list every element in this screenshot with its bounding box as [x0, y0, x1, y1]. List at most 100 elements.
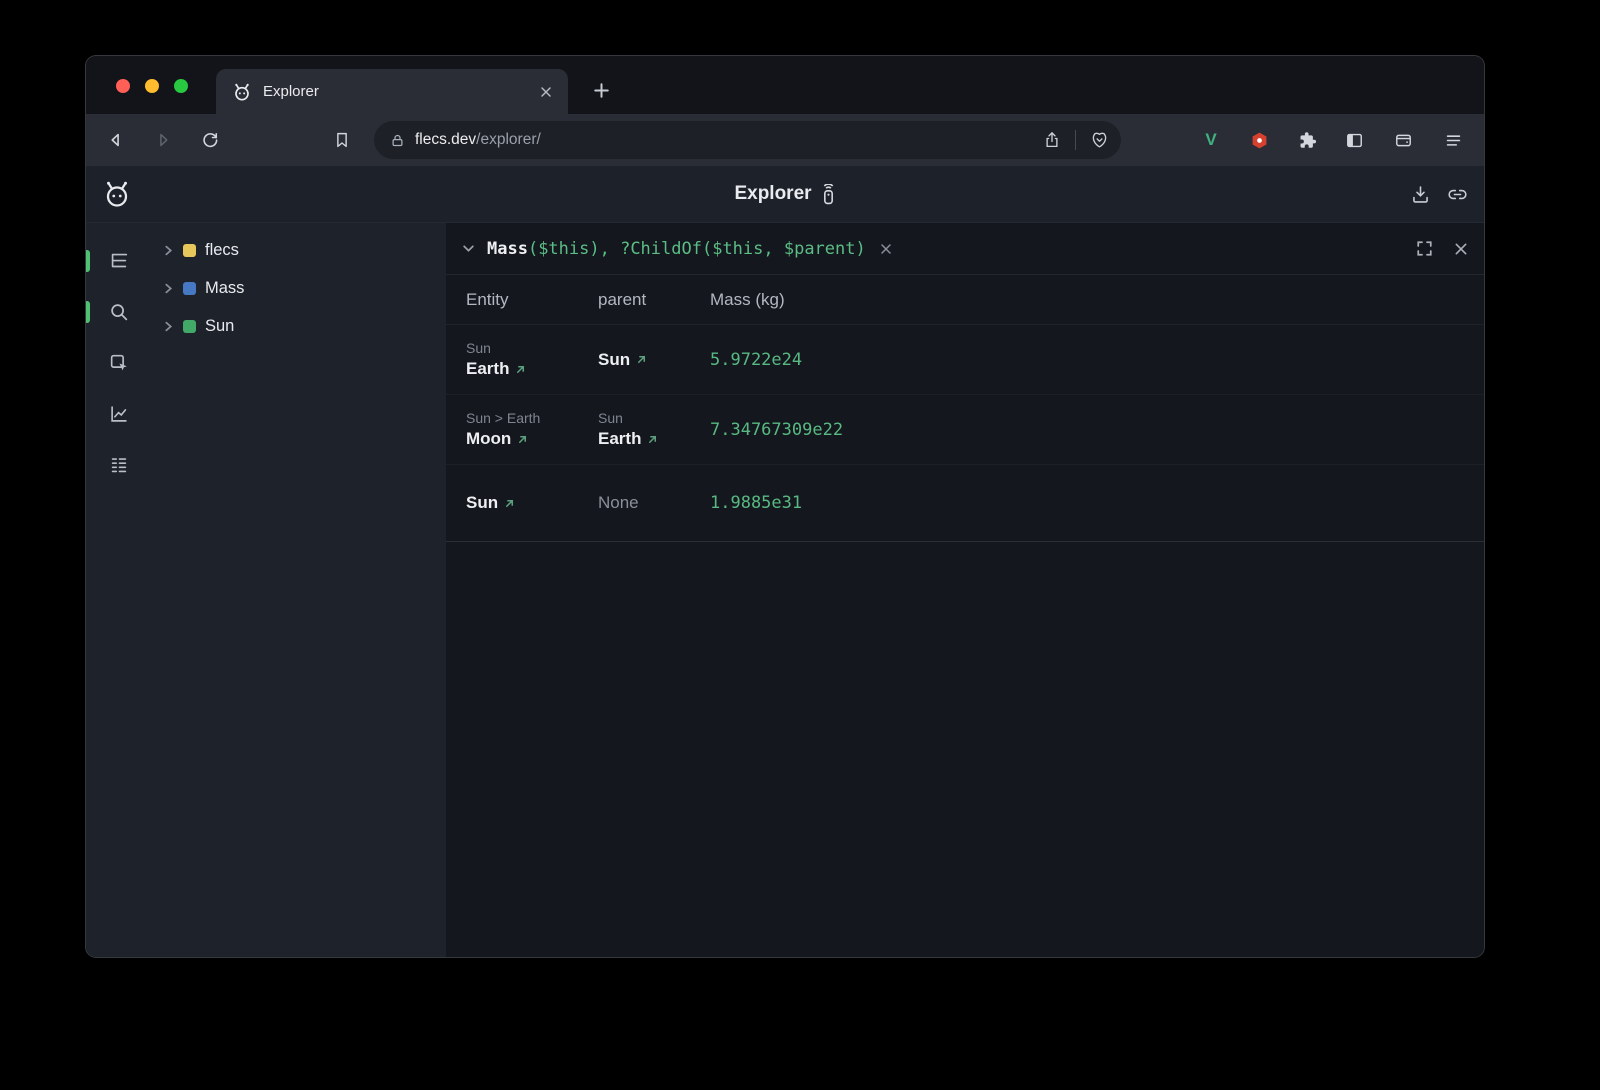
- bookmark-icon[interactable]: [326, 124, 358, 156]
- window-controls: [116, 79, 188, 93]
- vue-devtools-extension-icon[interactable]: V: [1195, 124, 1227, 156]
- lock-icon[interactable]: [390, 133, 405, 148]
- tree-item-sun[interactable]: Sun: [151, 307, 446, 345]
- close-panel-icon[interactable]: [1454, 242, 1468, 256]
- link-icon[interactable]: [1447, 184, 1468, 205]
- hexagon-extension-icon[interactable]: [1243, 124, 1275, 156]
- share-icon[interactable]: [1043, 131, 1061, 149]
- goto-entity-icon[interactable]: [647, 434, 658, 445]
- tab-title: Explorer: [263, 83, 529, 100]
- inspector-icon[interactable]: [101, 345, 137, 381]
- flecs-favicon-icon: [232, 82, 252, 102]
- tree-item-label: flecs: [205, 241, 239, 260]
- parent-cell: Sun Earth: [598, 395, 710, 464]
- tree-item-label: Mass: [205, 279, 244, 298]
- table-row: Sun Earth Sun 5.9722e24: [446, 325, 1484, 395]
- browser-tab-explorer[interactable]: Explorer: [216, 69, 568, 114]
- back-button[interactable]: [100, 124, 132, 156]
- chevron-right-icon[interactable]: [163, 321, 174, 332]
- entity-cell: Sun > Earth Moon: [466, 395, 598, 464]
- journal-icon[interactable]: [101, 447, 137, 483]
- header-actions: [1410, 166, 1468, 222]
- sidebar-toggle-icon[interactable]: [1338, 124, 1370, 156]
- goto-entity-icon[interactable]: [515, 364, 526, 375]
- mass-value: 5.9722e24: [710, 325, 1484, 394]
- browser-window: Explorer flecs.dev/explorer/: [85, 55, 1485, 958]
- query-search-icon[interactable]: [101, 294, 137, 330]
- query-input[interactable]: Mass($this), ?ChildOf($this, $parent): [487, 239, 866, 259]
- query-clear-icon[interactable]: [880, 243, 892, 255]
- explorer-header: Explorer: [86, 166, 1484, 223]
- entity-name: Sun: [598, 350, 630, 370]
- parent-cell: None: [598, 465, 710, 541]
- entity-link[interactable]: Earth: [598, 429, 700, 449]
- mass-value: 7.34767309e22: [710, 395, 1484, 464]
- results-table: Entity parent Mass (kg) Sun Earth: [446, 275, 1484, 542]
- goto-entity-icon[interactable]: [636, 354, 647, 365]
- fullscreen-icon[interactable]: [1417, 241, 1432, 256]
- page-title: Explorer: [734, 183, 811, 205]
- entity-tree-panel: flecs Mass Sun: [151, 223, 446, 958]
- tab-strip: Explorer: [86, 56, 1484, 114]
- entity-cell: Sun: [466, 465, 598, 541]
- new-tab-button[interactable]: [584, 73, 618, 107]
- parent-cell: Sun: [598, 325, 710, 394]
- close-window-button[interactable]: [116, 79, 130, 93]
- entity-color-chip: [183, 282, 196, 295]
- brave-shield-icon[interactable]: [1090, 131, 1109, 150]
- explorer-title-area: Explorer: [86, 166, 1484, 222]
- extensions-puzzle-icon[interactable]: [1291, 124, 1323, 156]
- query-bar: Mass($this), ?ChildOf($this, $parent): [446, 223, 1484, 275]
- entity-link[interactable]: Sun: [598, 350, 700, 370]
- entity-link[interactable]: Sun: [466, 493, 588, 513]
- entity-cell: Sun Earth: [466, 325, 598, 394]
- query-args: ($this),: [528, 239, 620, 259]
- column-header-mass: Mass (kg): [710, 290, 1484, 310]
- query-term: Mass: [487, 239, 528, 259]
- entity-link[interactable]: Moon: [466, 429, 588, 449]
- parent-none-label: None: [598, 493, 700, 513]
- url-text: flecs.dev/explorer/: [415, 131, 541, 149]
- address-bar[interactable]: flecs.dev/explorer/: [374, 121, 1121, 159]
- entity-path: Sun: [466, 340, 588, 356]
- entity-name: Earth: [598, 429, 641, 449]
- tree-panel-icon[interactable]: [101, 243, 137, 279]
- icon-rail: [86, 223, 151, 958]
- zoom-window-button[interactable]: [174, 79, 188, 93]
- active-indicator: [86, 301, 90, 323]
- reload-button[interactable]: [194, 124, 226, 156]
- chevron-right-icon[interactable]: [163, 245, 174, 256]
- menu-icon[interactable]: [1437, 124, 1469, 156]
- goto-entity-icon[interactable]: [504, 498, 515, 509]
- stats-chart-icon[interactable]: [101, 396, 137, 432]
- query-term: ?ChildOf: [620, 239, 702, 259]
- vue-extension-label: V: [1205, 130, 1216, 150]
- entity-name: Moon: [466, 429, 511, 449]
- entity-color-chip: [183, 320, 196, 333]
- tree-item-mass[interactable]: Mass: [151, 269, 446, 307]
- chevron-right-icon[interactable]: [163, 283, 174, 294]
- download-icon[interactable]: [1410, 184, 1431, 205]
- entity-color-chip: [183, 244, 196, 257]
- remote-icon: [821, 184, 836, 205]
- table-row: Sun > Earth Moon Sun Earth 7.347673: [446, 395, 1484, 465]
- column-header-entity: Entity: [466, 290, 598, 310]
- entity-link[interactable]: Earth: [466, 359, 588, 379]
- entity-path: Sun > Earth: [466, 410, 588, 426]
- tree-item-flecs[interactable]: flecs: [151, 231, 446, 269]
- forward-button[interactable]: [147, 124, 179, 156]
- entity-path: Sun: [598, 410, 700, 426]
- entity-name: Earth: [466, 359, 509, 379]
- explorer-main: flecs Mass Sun: [86, 223, 1484, 958]
- chevron-down-icon[interactable]: [462, 242, 475, 255]
- table-row: Sun None 1.9885e31: [446, 465, 1484, 541]
- minimize-window-button[interactable]: [145, 79, 159, 93]
- mass-value: 1.9885e31: [710, 465, 1484, 541]
- entity-name: Sun: [466, 493, 498, 513]
- query-content-panel: Mass($this), ?ChildOf($this, $parent) En…: [446, 223, 1484, 958]
- active-indicator: [86, 250, 90, 272]
- goto-entity-icon[interactable]: [517, 434, 528, 445]
- wallet-icon[interactable]: [1387, 124, 1419, 156]
- tab-close-icon[interactable]: [540, 86, 552, 98]
- divider: [1075, 130, 1076, 150]
